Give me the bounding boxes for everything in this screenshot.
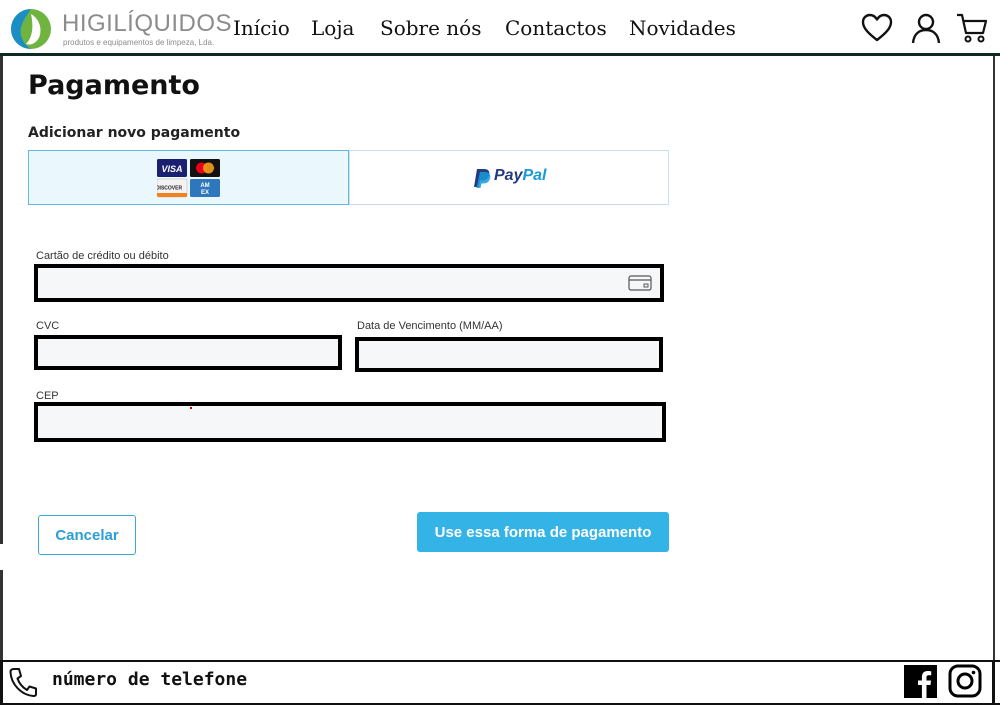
frame-border-left: [0, 56, 3, 544]
cancel-button[interactable]: Cancelar: [38, 515, 136, 555]
user-icon[interactable]: [909, 11, 943, 45]
nav-novidades[interactable]: Novidades: [629, 16, 736, 40]
paypal-label: PayPal: [494, 167, 547, 184]
facebook-icon[interactable]: [904, 665, 937, 698]
brand-logo[interactable]: HIGILÍQUIDOS produtos e equipamentos de …: [10, 8, 232, 52]
expiry-label: Data de Vencimento (MM/AA): [357, 320, 503, 332]
card-brands-icon: VISA DISCOVER AM EX: [157, 159, 220, 198]
expiry-input[interactable]: [355, 337, 663, 372]
card-number-input[interactable]: [34, 264, 664, 302]
use-payment-button[interactable]: Use essa forma de pagamento: [417, 512, 669, 552]
logo-name: HIGILÍQUIDOS: [62, 10, 233, 37]
phone-number-label[interactable]: número de telefone: [52, 669, 247, 690]
cep-label: CEP: [36, 390, 59, 402]
logo-subtitle: produtos e equipamentos de limpeza, Lda.: [63, 38, 215, 47]
nav-sobre-nos[interactable]: Sobre nós: [380, 16, 481, 40]
nav-contactos[interactable]: Contactos: [505, 16, 607, 40]
heart-icon[interactable]: [860, 11, 894, 45]
instagram-icon[interactable]: [948, 664, 982, 698]
nav-inicio[interactable]: Início: [233, 16, 290, 40]
section-label: Adicionar novo pagamento: [28, 125, 241, 141]
card-number-label: Cartão de crédito ou débito: [36, 250, 169, 262]
svg-text:DISCOVER: DISCOVER: [157, 186, 182, 192]
footer-border-left: [0, 660, 3, 705]
cart-icon[interactable]: [955, 11, 989, 45]
frame-border-right: [993, 56, 995, 662]
payment-option-cards[interactable]: VISA DISCOVER AM EX: [28, 150, 349, 205]
footer-border-right: [992, 660, 995, 705]
nav-loja[interactable]: Loja: [311, 16, 354, 40]
svg-text:AM: AM: [200, 183, 209, 189]
site-header: HIGILÍQUIDOS produtos e equipamentos de …: [0, 0, 1000, 56]
phone-icon[interactable]: [8, 666, 38, 698]
cvc-label: CVC: [36, 320, 60, 332]
red-mark: [190, 407, 192, 409]
svg-text:EX: EX: [201, 190, 209, 196]
svg-text:VISA: VISA: [161, 164, 182, 174]
frame-border-left-lower: [0, 570, 3, 662]
cep-input[interactable]: [34, 402, 666, 442]
logo-leaf-icon: [11, 9, 51, 49]
payment-option-paypal[interactable]: PayPal: [349, 150, 669, 205]
cvc-input[interactable]: [34, 335, 342, 370]
page-title: Pagamento: [28, 70, 200, 101]
credit-card-icon: [628, 275, 652, 291]
